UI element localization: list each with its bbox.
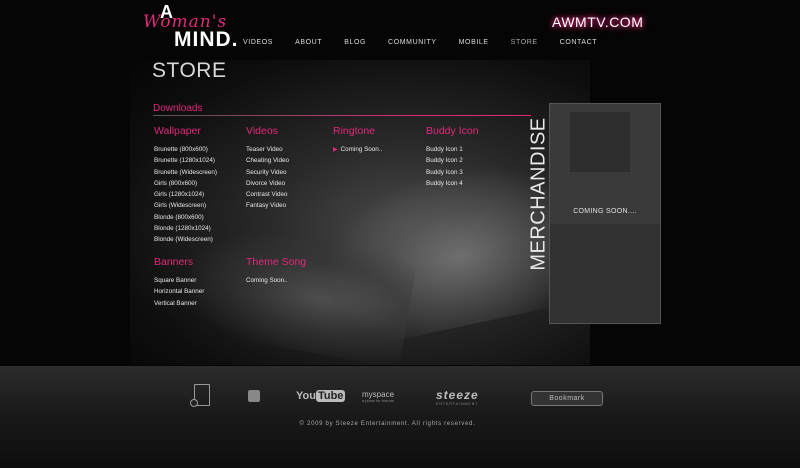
- wallpaper-link[interactable]: Brunette (1280x1024): [154, 155, 217, 166]
- wallpaper-link[interactable]: Brunette (800x600): [154, 144, 217, 155]
- nav-store[interactable]: STORE: [511, 39, 538, 46]
- merchandise-photo-shape: [550, 224, 660, 323]
- wallpaper-link[interactable]: Girls (Widescreen): [154, 200, 217, 211]
- wallpaper-link[interactable]: Brunette (Widescreen): [154, 167, 217, 178]
- rss-icon[interactable]: [248, 390, 260, 402]
- nav-videos[interactable]: VIDEOS: [243, 39, 273, 46]
- theme-song-status: Coming Soon..: [246, 277, 288, 284]
- wallpaper-heading: Wallpaper: [154, 125, 201, 137]
- buddy-icon-link[interactable]: Buddy Icon 4: [426, 178, 479, 189]
- bookmark-button[interactable]: Bookmark: [531, 391, 603, 406]
- buddy-icon-link[interactable]: Buddy Icon 3: [426, 167, 479, 178]
- youtube-you: You: [296, 390, 316, 402]
- banner-link[interactable]: Square Banner: [154, 275, 204, 286]
- ringtone-section: Ringtone ▶ Coming Soon..: [333, 125, 382, 155]
- theme-song-section: Theme Song Coming Soon..: [246, 256, 306, 286]
- video-link[interactable]: Contrast Video: [246, 189, 289, 200]
- logo-mind: MIND.: [174, 28, 239, 51]
- wallpaper-section: Wallpaper Brunette (800x600) Brunette (1…: [154, 125, 217, 246]
- ringtone-heading: Ringtone: [333, 125, 376, 137]
- play-arrow-icon: ▶: [333, 147, 338, 153]
- wallpaper-link[interactable]: Girls (800x600): [154, 178, 217, 189]
- merchandise-text: MERCHANDISE: [527, 117, 550, 271]
- merchandise-status: COMING SOON....: [573, 208, 637, 215]
- ringtone-status: Coming Soon..: [340, 146, 383, 153]
- buddy-icon-link[interactable]: Buddy Icon 1: [426, 144, 479, 155]
- youtube-tube: Tube: [315, 390, 346, 402]
- copyright-text: © 2009 by Steeze Entertainment. All righ…: [299, 421, 476, 427]
- steeze-name: steeze: [436, 388, 479, 402]
- videos-heading: Videos: [246, 125, 278, 137]
- youtube-link[interactable]: You Tube: [296, 390, 346, 402]
- banner-link[interactable]: Vertical Banner: [154, 298, 204, 309]
- banners-section: Banners Square Banner Horizontal Banner …: [154, 256, 204, 309]
- buddy-icon-heading: Buddy Icon: [426, 125, 479, 137]
- merchandise-label: MERCHANDISE: [528, 103, 550, 286]
- footer: [0, 366, 800, 468]
- banner-link[interactable]: Horizontal Banner: [154, 286, 204, 297]
- wallpaper-link[interactable]: Blonde (1280x1024): [154, 223, 217, 234]
- wallpaper-link[interactable]: Blonde (800x600): [154, 212, 217, 223]
- myspace-tagline: a place for friends: [362, 398, 394, 403]
- steeze-link[interactable]: steeze ENTERTAINMENT: [436, 388, 479, 406]
- wallpaper-link[interactable]: Blonde (Widescreen): [154, 234, 217, 245]
- nav-community[interactable]: COMMUNITY: [388, 39, 437, 46]
- theme-song-heading: Theme Song: [246, 256, 307, 268]
- steeze-tagline: ENTERTAINMENT: [436, 402, 479, 406]
- videos-section: Videos Teaser Video Cheating Video Secur…: [246, 125, 289, 212]
- ringtone-item: ▶ Coming Soon..: [333, 144, 382, 155]
- document-icon[interactable]: [190, 384, 210, 407]
- wallpaper-link[interactable]: Girls (1280x1024): [154, 189, 217, 200]
- page: A Woman's MIND. VIDEOS ABOUT BLOG COMMUN…: [0, 0, 800, 468]
- site-logo[interactable]: A Woman's MIND.: [138, 2, 239, 51]
- merchandise-panel[interactable]: COMING SOON....: [549, 103, 661, 324]
- video-link[interactable]: Teaser Video: [246, 144, 289, 155]
- page-title: STORE: [152, 59, 227, 82]
- nav-about[interactable]: ABOUT: [295, 39, 322, 46]
- awmtv-link[interactable]: AWMTV.COM: [552, 14, 643, 30]
- nav-mobile[interactable]: MOBILE: [459, 39, 489, 46]
- main-nav: VIDEOS ABOUT BLOG COMMUNITY MOBILE STORE…: [243, 39, 619, 46]
- buddy-icon-section: Buddy Icon Buddy Icon 1 Buddy Icon 2 Bud…: [426, 125, 479, 189]
- nav-contact[interactable]: CONTACT: [560, 39, 598, 46]
- merchandise-photo-shape: [570, 112, 630, 172]
- downloads-heading: Downloads: [153, 103, 203, 114]
- video-link[interactable]: Security Video: [246, 167, 289, 178]
- nav-blog[interactable]: BLOG: [344, 39, 366, 46]
- banners-heading: Banners: [154, 256, 194, 268]
- downloads-divider: [153, 115, 531, 116]
- buddy-icon-link[interactable]: Buddy Icon 2: [426, 155, 479, 166]
- video-link[interactable]: Cheating Video: [246, 155, 289, 166]
- video-link[interactable]: Divorce Video: [246, 178, 289, 189]
- myspace-link[interactable]: myspace a place for friends: [362, 390, 394, 403]
- video-link[interactable]: Fantasy Video: [246, 200, 289, 211]
